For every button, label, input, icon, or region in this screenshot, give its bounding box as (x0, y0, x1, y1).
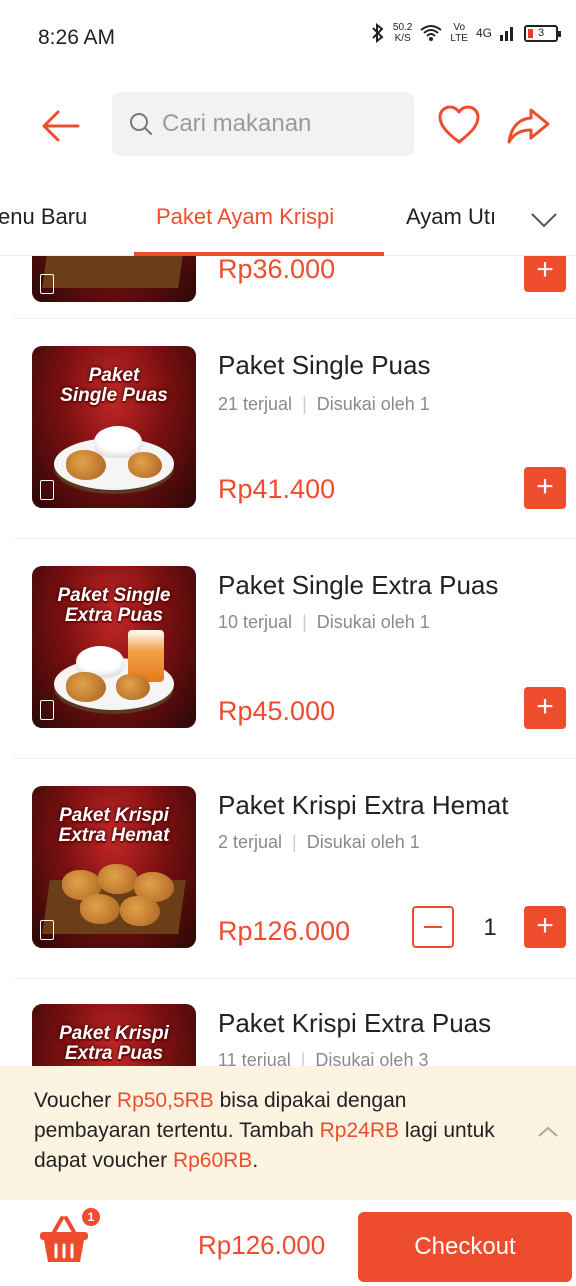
voucher-target: Rp60RB (172, 1149, 253, 1172)
cart-total: Rp126.000 (198, 1230, 326, 1260)
list-item[interactable]: Paket Single Extra Puas Paket Single Extr… (0, 546, 576, 766)
divider (14, 538, 576, 539)
cart-bar: 1 Rp126.000 Checkout (0, 1200, 576, 1286)
category-tabs: enu Baru Paket Ayam Krispi Ayam Utı (0, 186, 576, 256)
wifi-icon (420, 25, 442, 41)
image-caption: Paket Krispi Extra Hemat (58, 805, 170, 846)
sold-count: 11 terjual (218, 1050, 291, 1066)
product-image: Paket Single Puas (32, 346, 196, 508)
heart-icon[interactable] (436, 102, 482, 148)
speed-value: 50.2 (392, 22, 413, 33)
volte-top: Vo (453, 22, 466, 33)
arrow-left-icon[interactable] (38, 104, 82, 148)
search-placeholder: Cari makanan (162, 110, 312, 137)
battery-icon: 3 (524, 24, 561, 42)
product-price: Rp41.400 (218, 474, 336, 504)
product-image (32, 256, 196, 302)
product-name: Paket Single Extra Puas (218, 570, 499, 600)
network-type: 4G (475, 26, 492, 40)
product-price: Rp126.000 (218, 916, 351, 946)
voucher-remaining: Rp24RB (319, 1119, 400, 1142)
product-name: Paket Single Puas (218, 350, 431, 380)
product-price: Rp36.000 (218, 256, 336, 284)
product-image: Paket Single Extra Puas (32, 566, 196, 728)
search-header: Cari makanan (0, 82, 576, 168)
status-bar: 8:26 AM 50.2 K/S Vo LTE 4G 3 (0, 0, 576, 78)
volte-indicator: Vo LTE (450, 22, 468, 44)
product-name: Paket Krispi Extra Puas (218, 1008, 492, 1038)
volte-bottom: LTE (450, 33, 468, 44)
speed-unit: K/S (394, 33, 411, 44)
product-meta: 10 terjual | Disukai oleh 1 (218, 612, 430, 632)
tab-ayam-utuh[interactable]: Ayam Utı (406, 204, 496, 230)
tab-menu-baru[interactable]: enu Baru (0, 204, 87, 230)
product-image: Paket Krispi Extra Hemat (32, 786, 196, 948)
status-time: 8:26 AM (38, 26, 116, 49)
divider (14, 758, 576, 759)
product-meta: 11 terjual | Disukai oleh 3 (218, 1050, 428, 1066)
add-button[interactable]: + (524, 906, 566, 948)
likes-count: Disukai oleh 1 (306, 832, 420, 852)
add-button[interactable]: + (524, 467, 566, 509)
image-caption: Paket Single Puas (60, 365, 168, 406)
product-name: Paket Krispi Extra Hemat (218, 790, 509, 820)
voucher-banner[interactable]: Voucher Rp50,5RB bisa dipakai dengan pem… (0, 1066, 576, 1200)
product-price: Rp45.000 (218, 696, 336, 726)
product-image: Paket Krispi Extra Puas (32, 1004, 196, 1066)
sold-count: 2 terjual (218, 832, 283, 852)
sold-count: 10 terjual (218, 612, 293, 632)
image-caption: Paket Krispi Extra Puas (59, 1023, 169, 1064)
list-item[interactable]: Rp36.000 + (0, 256, 576, 326)
list-item[interactable]: Paket Krispi Extra Hemat Paket Krispi Ext… (0, 766, 576, 986)
tab-paket-ayam-krispi[interactable]: Paket Ayam Krispi (156, 204, 334, 230)
product-meta: 21 terjual | Disukai oleh 1 (218, 394, 430, 414)
status-icons: 50.2 K/S Vo LTE 4G 3 (371, 22, 561, 44)
divider (14, 978, 576, 979)
likes-count: Disukai oleh 3 (315, 1050, 429, 1066)
voucher-text: Voucher (34, 1089, 117, 1112)
image-caption: Paket Single Extra Puas (57, 585, 171, 626)
cart-count-badge: 1 (80, 1206, 102, 1228)
search-input[interactable]: Cari makanan (112, 92, 414, 156)
checkout-button[interactable]: Checkout (358, 1212, 572, 1282)
likes-count: Disukai oleh 1 (316, 612, 430, 632)
bluetooth-icon (372, 23, 384, 43)
divider (14, 318, 576, 319)
decrease-quantity-button[interactable] (412, 906, 454, 948)
quantity-value: 1 (483, 914, 497, 941)
list-item[interactable]: Paket Single Puas Paket Single Puas 21 te… (0, 326, 576, 546)
search-icon (130, 113, 152, 135)
network-speed: 50.2 K/S (393, 22, 412, 44)
voucher-text: . (252, 1149, 259, 1172)
add-button[interactable]: + (524, 687, 566, 729)
share-icon[interactable] (505, 102, 551, 148)
tabs-more-button[interactable] (524, 202, 564, 238)
product-meta: 2 terjual | Disukai oleh 1 (218, 832, 420, 852)
add-button[interactable]: + (524, 256, 566, 292)
chevron-up-icon[interactable] (536, 1122, 560, 1142)
product-list[interactable]: Rp36.000 + Paket Single Puas Paket Single… (0, 256, 576, 1066)
sold-count: 21 terjual (218, 394, 293, 414)
signal-icon (500, 27, 513, 41)
list-item[interactable]: Paket Krispi Extra Puas Paket Krispi Extr… (0, 986, 576, 1066)
likes-count: Disukai oleh 1 (316, 394, 430, 414)
battery-level: 3 (537, 27, 545, 39)
chevron-down-icon (531, 213, 557, 228)
voucher-amount: Rp50,5RB (116, 1089, 214, 1112)
